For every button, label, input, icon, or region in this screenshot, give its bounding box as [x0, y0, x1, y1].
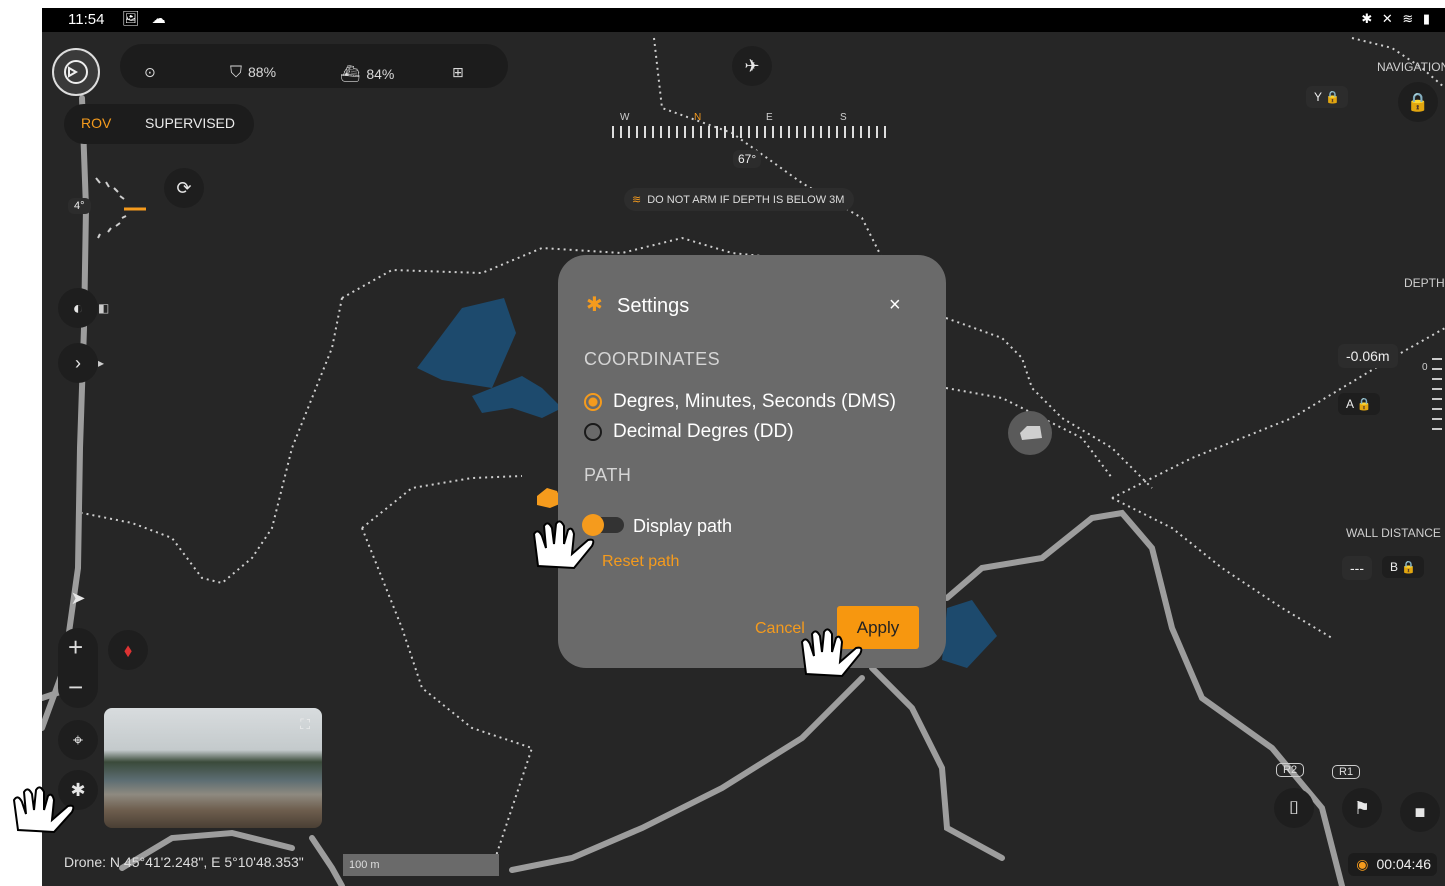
navigation-label: NAVIGATION — [1377, 60, 1445, 74]
navigation-arrow-icon: ➤ — [70, 587, 86, 608]
wall-distance-value: --- — [1342, 556, 1372, 580]
zoom-out-button[interactable]: − — [68, 672, 83, 703]
dialog-title: Settings — [617, 295, 690, 317]
mode-toggle: ROV SUPERVISED — [64, 104, 254, 144]
close-button[interactable]: × — [889, 294, 901, 317]
notification-icons: 🖼 ☁ — [122, 10, 170, 26]
capture-frame-button[interactable]: ⌷ — [1274, 788, 1314, 828]
r1-label: R1 — [1332, 765, 1361, 779]
nav-lock-y[interactable]: Y 🔒 — [1306, 86, 1349, 108]
scale-label: 100 m — [349, 859, 380, 871]
clock: 11:54 — [68, 11, 105, 28]
compass: W N E S 67° — [612, 108, 888, 168]
mode-rov[interactable]: ROV — [81, 115, 111, 131]
map-scale: 100 m — [343, 854, 499, 876]
camera-preview[interactable]: ⛶ — [104, 708, 322, 828]
tap-hand-icon-apply — [800, 628, 863, 678]
compass-s: S — [840, 112, 847, 123]
tap-hand-icon-toggle — [532, 520, 595, 570]
depth-tick: 0 — [1422, 362, 1428, 373]
depth-lock-a[interactable]: A 🔒 — [1338, 393, 1380, 415]
radio-dd[interactable] — [584, 423, 602, 441]
drone-battery: ⛉ 88% — [230, 64, 276, 82]
coordinates-heading: COORDINATES — [584, 349, 721, 369]
depth-label: DEPTH — [1404, 276, 1445, 290]
tap-hand-icon-settings — [12, 786, 75, 834]
timer-value: 00:04:46 — [1376, 856, 1432, 872]
map-pin-icon: ⌖ — [72, 729, 84, 750]
gps-icon: ⊙ — [144, 64, 156, 80]
settings-dialog: ✱ Settings × COORDINATES Degres, Minutes… — [558, 255, 946, 668]
r2-label: R2 — [1276, 763, 1305, 777]
pitch-gauge — [95, 177, 146, 239]
compass-needle-icon: ⬧ — [123, 639, 133, 660]
compass-e: E — [766, 112, 773, 123]
system-status-bar: 11:54 🖼 ☁ ✱ ✕ ≋ ▮ — [42, 8, 1445, 32]
fullscreen-icon[interactable]: ⛶ — [300, 716, 310, 733]
camera-icon: ⚑ — [1353, 797, 1371, 818]
compass-heading: 67° — [733, 150, 762, 168]
location-button[interactable]: ⌖ — [58, 720, 98, 760]
stop-icon: ■ — [1414, 801, 1426, 822]
center-map-button[interactable]: ➤ — [58, 578, 98, 618]
depth-value: -0.06m — [1338, 344, 1398, 368]
system-icons: ✱ ✕ ≋ ▮ — [1361, 11, 1433, 26]
lake-3 — [942, 600, 997, 668]
settings-gear-icon: ✱ — [586, 294, 603, 316]
boat-battery-icon: ⛴ — [340, 66, 361, 83]
boat-battery-value: 84% — [366, 66, 395, 82]
telemetry-bar — [120, 44, 508, 88]
disarm-button[interactable]: ✈ — [732, 46, 772, 86]
pitch-value: 4° — [68, 198, 91, 214]
wall-distance-label: WALL DISTANCE — [1346, 526, 1441, 540]
path-heading: PATH — [584, 465, 632, 485]
option-dms-label: Degres, Minutes, Seconds (DMS) — [613, 391, 896, 412]
drone-coordinates: Drone: N 45°41'2.248", E 5°10'48.353" — [64, 854, 304, 870]
lock-icon: 🔒 — [1406, 91, 1430, 112]
headlight-icon: ◐ — [72, 297, 84, 318]
expand-panel-button[interactable]: › — [58, 343, 98, 383]
drone-logo-icon — [64, 60, 88, 84]
photo-button[interactable]: ⚑ — [1342, 788, 1382, 828]
depth-warning: ≋ DO NOT ARM IF DEPTH IS BELOW 3M — [624, 188, 855, 211]
rotate-camera-button[interactable]: ⟳ — [164, 168, 204, 208]
app-logo-button[interactable] — [52, 48, 100, 96]
depth-scale — [1432, 358, 1442, 438]
option-dd-label: Decimal Degres (DD) — [613, 421, 794, 442]
compass-north-button[interactable]: ⬧ — [108, 630, 148, 670]
lights-button[interactable]: ◐ — [58, 288, 98, 328]
compass-w: W — [620, 112, 630, 123]
gamepad-icon: ⊞ — [452, 64, 464, 80]
waves-icon: ≋ — [632, 194, 642, 206]
boat-battery: ⛴ 84% — [340, 64, 394, 84]
recording-timer: ◉ 00:04:46 — [1348, 853, 1437, 876]
drone-battery-icon: ⛉ — [230, 64, 243, 81]
radio-dms[interactable] — [584, 393, 602, 411]
recording-dot-icon: ◉ — [1356, 856, 1369, 872]
refresh-icon: ⟳ — [176, 177, 192, 198]
record-button[interactable]: ■ — [1400, 792, 1440, 832]
drone-off-icon: ✈ — [744, 55, 760, 76]
option-dd[interactable]: Decimal Degres (DD) — [584, 421, 794, 443]
drone-battery-value: 88% — [248, 64, 277, 80]
compass-n: N — [694, 112, 702, 123]
wall-lock-b[interactable]: B 🔒 — [1382, 556, 1425, 578]
chevron-right-icon: › — [75, 352, 81, 373]
app-screen: 11:54 🖼 ☁ ✱ ✕ ≋ ▮ ⊙ ⛉ 88% ⛴ 84% ⊞ ROV SUPE… — [42, 8, 1445, 886]
option-dms[interactable]: Degres, Minutes, Seconds (DMS) — [584, 391, 896, 413]
mode-supervised[interactable]: SUPERVISED — [145, 115, 235, 131]
zoom-in-button[interactable]: + — [68, 632, 83, 663]
reset-path-link[interactable]: Reset path — [602, 553, 679, 571]
display-path-label: Display path — [633, 516, 733, 536]
lights-shortcut-icon: ◧ — [98, 301, 110, 315]
compass-ticks — [612, 126, 888, 138]
navigation-lock-button[interactable]: 🔒 — [1398, 82, 1438, 122]
expand-shortcut-icon: ▸ — [98, 356, 105, 370]
frame-icon: ⌷ — [1288, 797, 1300, 818]
warning-text: DO NOT ARM IF DEPTH IS BELOW 3M — [647, 194, 845, 206]
lake-1 — [417, 298, 516, 388]
